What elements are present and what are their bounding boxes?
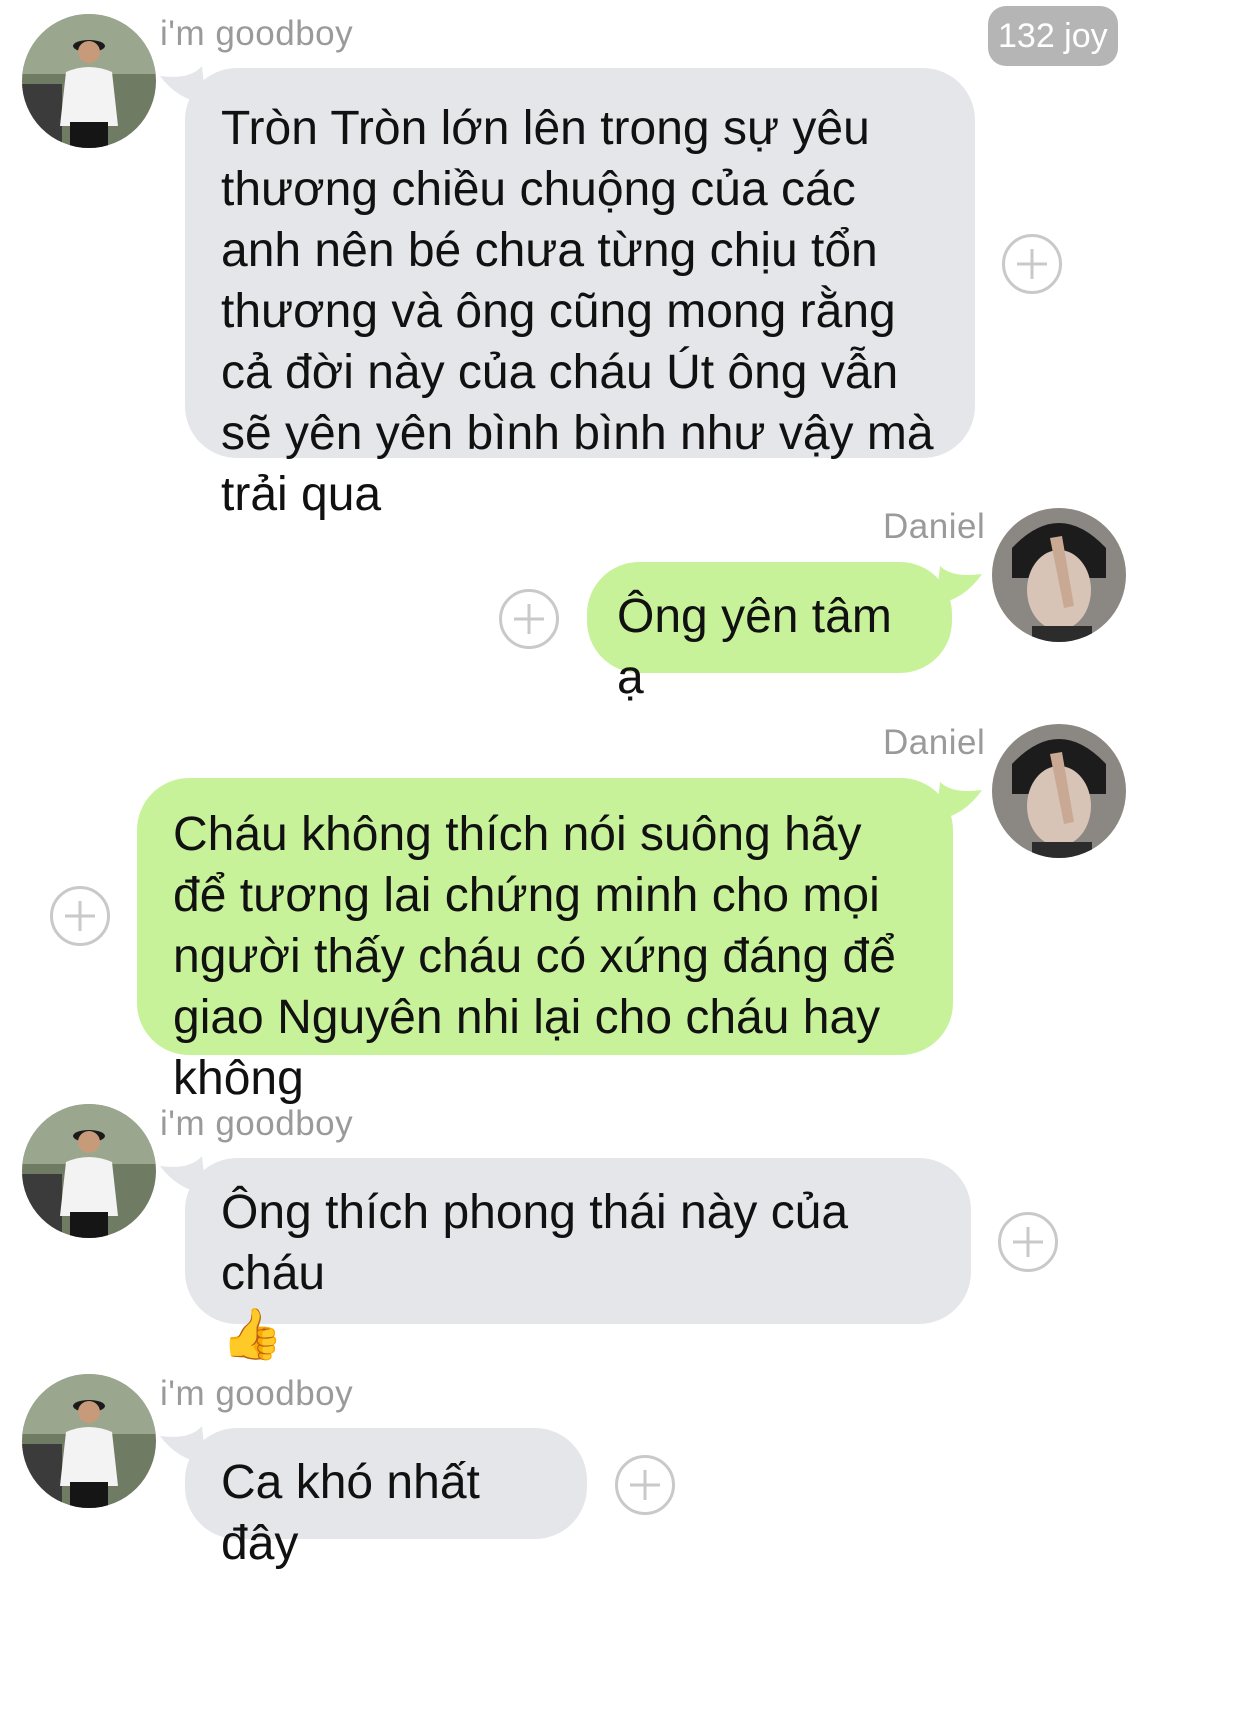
add-reaction-icon[interactable] — [499, 589, 559, 649]
message-bubble[interactable]: Ông thích phong thái này của cháu 👍 — [185, 1158, 971, 1362]
sender-name: i'm goodboy — [160, 1374, 354, 1413]
sender-name: i'm goodboy — [160, 1104, 354, 1143]
add-reaction-icon[interactable] — [1002, 234, 1062, 294]
message-bubble[interactable]: Cháu không thích nói suông hãy để tương … — [137, 778, 953, 1105]
add-reaction-icon[interactable] — [615, 1455, 675, 1515]
avatar-goodboy[interactable] — [22, 14, 156, 148]
avatar-daniel[interactable] — [992, 724, 1126, 858]
message-text: Ông yên tâm ạ — [617, 590, 892, 704]
thumbs-up-icon: 👍 — [221, 1306, 284, 1362]
joy-count: 132 joy — [998, 17, 1108, 55]
message-bubble[interactable]: Ca khó nhất đây — [185, 1428, 587, 1570]
sender-name: Daniel — [883, 507, 986, 546]
message-text: Ông thích phong thái này của cháu — [221, 1186, 849, 1300]
message-text: Tròn Tròn lớn lên trong sự yêu thương ch… — [221, 102, 934, 521]
sender-name: i'm goodboy — [160, 14, 354, 53]
joy-badge[interactable]: 132 joy — [988, 6, 1118, 66]
message-bubble[interactable]: Ông yên tâm ạ — [587, 562, 952, 704]
message-bubble[interactable]: Tròn Tròn lớn lên trong sự yêu thương ch… — [185, 68, 975, 521]
avatar-daniel[interactable] — [992, 508, 1126, 642]
add-reaction-icon[interactable] — [50, 886, 110, 946]
sender-name: Daniel — [883, 723, 986, 762]
add-reaction-icon[interactable] — [998, 1212, 1058, 1272]
message-text: Cháu không thích nói suông hãy để tương … — [173, 808, 896, 1105]
avatar-goodboy[interactable] — [22, 1374, 156, 1508]
avatar-goodboy[interactable] — [22, 1104, 156, 1238]
message-text: Ca khó nhất đây — [221, 1456, 480, 1570]
